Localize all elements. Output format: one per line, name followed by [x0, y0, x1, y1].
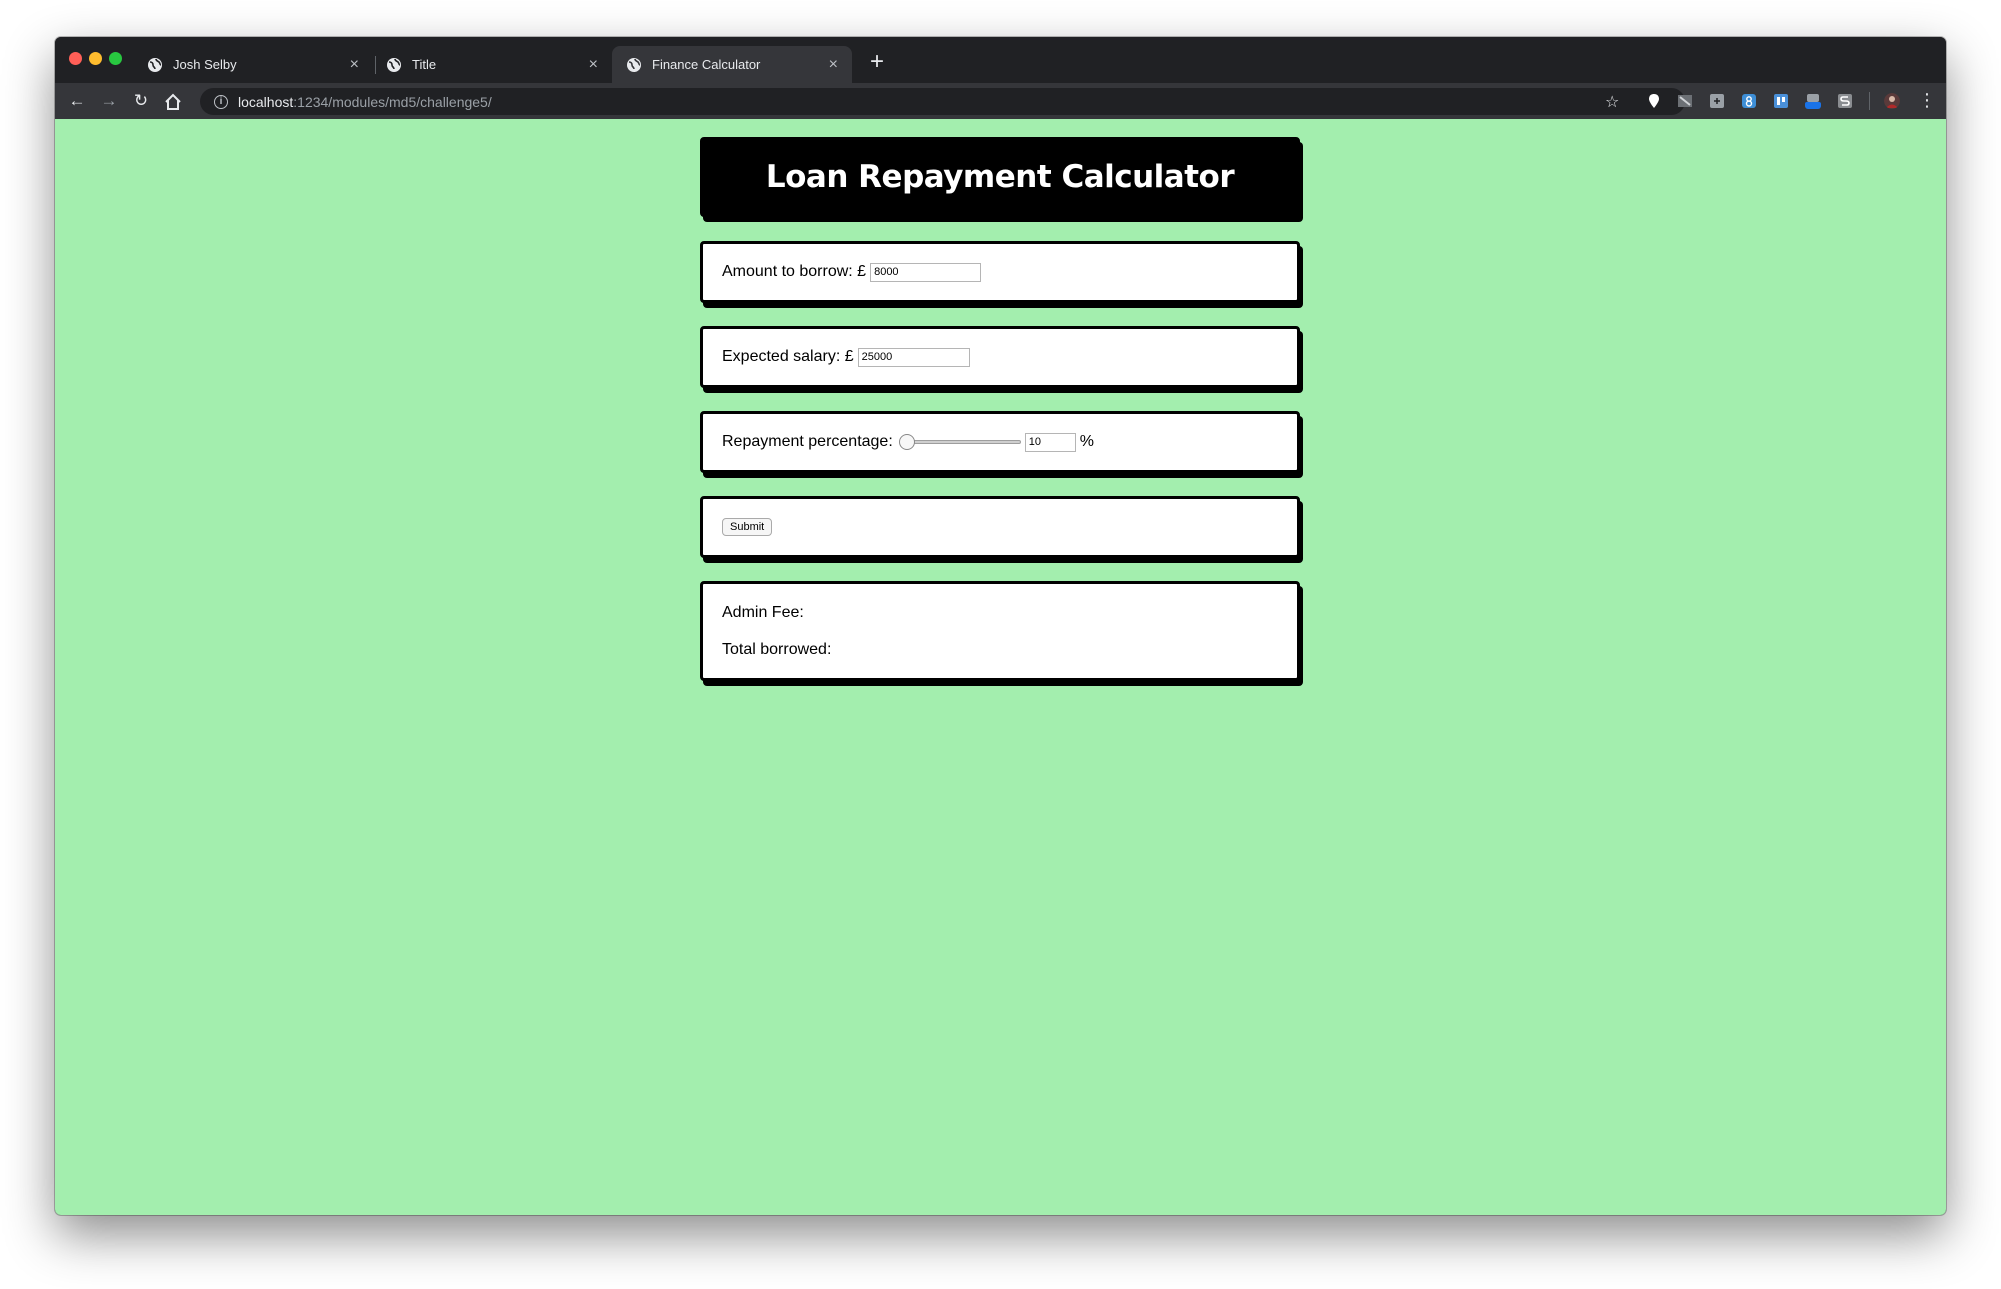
slider-track: [900, 440, 1021, 444]
reload-icon[interactable]: ↻: [131, 91, 151, 111]
bookmark-star-icon[interactable]: ☆: [1605, 92, 1619, 112]
new-tab-button[interactable]: +: [862, 49, 892, 75]
submit-button[interactable]: Submit: [722, 518, 773, 536]
salary-label: Expected salary: £: [722, 348, 854, 365]
page-viewport: Loan Repayment Calculator Amount to borr…: [55, 119, 1946, 1215]
repayment-label: Repayment percentage:: [722, 433, 893, 450]
maximize-window-button[interactable]: [109, 52, 122, 65]
profile-avatar-icon[interactable]: [1884, 93, 1900, 109]
location-pin-icon[interactable]: [1646, 93, 1662, 109]
info-icon[interactable]: i: [214, 94, 228, 109]
forward-arrow-icon[interactable]: →: [99, 91, 119, 111]
salary-card: Expected salary: £: [700, 326, 1300, 388]
extension-document-icon[interactable]: [1773, 93, 1789, 109]
admin-fee-label: Admin Fee:: [722, 604, 804, 621]
tab-title: Finance Calculator: [652, 57, 761, 72]
tab-strip: Josh Selby × Title × Finance Calculator …: [55, 37, 1946, 83]
extension-flag-icon[interactable]: [1677, 93, 1693, 109]
browser-window: Josh Selby × Title × Finance Calculator …: [55, 37, 1946, 1215]
slider-thumb[interactable]: [898, 434, 915, 450]
percent-unit: %: [1079, 433, 1095, 450]
globe-icon: [148, 57, 162, 72]
amount-input[interactable]: [870, 262, 982, 282]
browser-menu-icon[interactable]: ⋮: [1918, 90, 1936, 111]
extension-s-icon[interactable]: [1837, 93, 1853, 109]
close-tab-icon[interactable]: ×: [589, 56, 598, 74]
submit-card: Submit: [700, 496, 1300, 558]
back-arrow-icon[interactable]: ←: [67, 91, 87, 111]
close-tab-icon[interactable]: ×: [350, 56, 359, 74]
tab-josh-selby[interactable]: Josh Selby ×: [133, 46, 373, 83]
globe-icon: [627, 57, 641, 72]
amount-label: Amount to borrow: £: [722, 263, 867, 280]
globe-icon: [387, 57, 401, 72]
extension-puzzle-icon[interactable]: [1709, 93, 1725, 109]
toolbar-divider: [1869, 92, 1870, 110]
minimize-window-button[interactable]: [89, 52, 102, 65]
repayment-slider[interactable]: [898, 434, 1021, 450]
results-card: Admin Fee: Total borrowed:: [700, 581, 1300, 681]
extension-status-icon[interactable]: [1805, 93, 1821, 109]
repayment-card: Repayment percentage: %: [700, 411, 1300, 473]
repayment-percentage-input[interactable]: [1024, 432, 1076, 452]
url-path: :1234/modules/md5/challenge5/: [293, 93, 492, 110]
tab-title: Josh Selby: [173, 57, 237, 72]
tab-title-page[interactable]: Title ×: [372, 46, 612, 83]
home-icon[interactable]: [163, 92, 183, 112]
page-header: Loan Repayment Calculator: [700, 137, 1300, 217]
page-title: Loan Repayment Calculator: [765, 159, 1235, 195]
tab-title: Title: [412, 57, 437, 72]
close-tab-icon[interactable]: ×: [829, 56, 838, 74]
address-bar[interactable]: i localhost:1234/modules/md5/challenge5/: [200, 88, 1685, 115]
salary-input[interactable]: [857, 347, 970, 367]
browser-toolbar: ← → ↻ i localhost:1234/modules/md5/chall…: [55, 83, 1946, 119]
amount-card: Amount to borrow: £: [700, 241, 1300, 303]
extension-badge-icon[interactable]: [1741, 93, 1757, 109]
tab-finance-calculator[interactable]: Finance Calculator ×: [612, 46, 852, 83]
close-window-button[interactable]: [69, 52, 82, 65]
total-borrowed-label: Total borrowed:: [722, 641, 832, 658]
url-host: localhost: [238, 93, 294, 110]
